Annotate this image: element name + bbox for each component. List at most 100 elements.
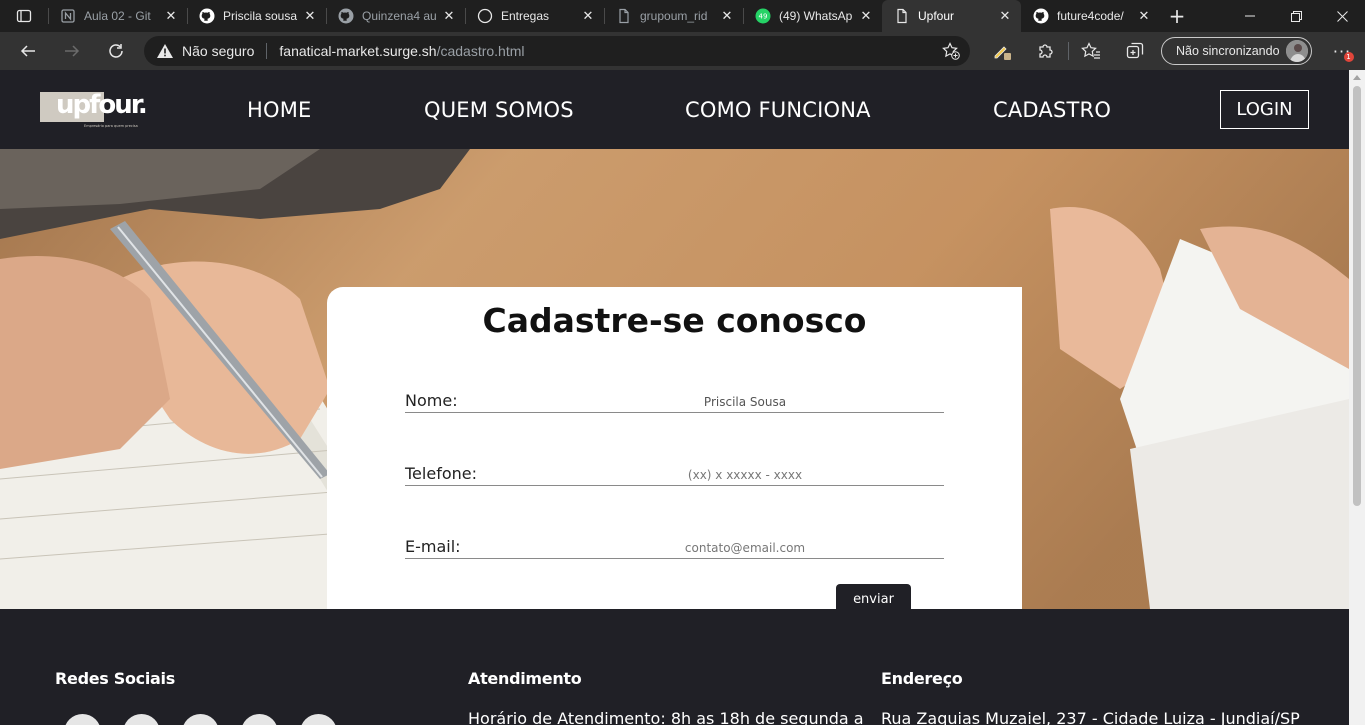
minimize-button[interactable] <box>1227 0 1273 32</box>
add-favorite-icon[interactable] <box>942 42 960 60</box>
svg-text:49: 49 <box>759 13 768 21</box>
page-viewport: upfour. Empresário para quem precisa HOM… <box>0 70 1349 725</box>
favorites-button[interactable] <box>1069 32 1113 70</box>
tab-title: Quinzena4 au <box>362 9 437 23</box>
browser-toolbar: Não seguro fanatical-market.surge.sh/cad… <box>0 32 1365 70</box>
toolbar-icons <box>980 32 1157 70</box>
email-input[interactable] <box>545 539 945 557</box>
tab-title: (49) WhatsAp <box>779 9 853 23</box>
reload-button[interactable] <box>94 32 138 70</box>
restore-icon <box>1290 10 1302 22</box>
name-field: Nome: <box>405 387 945 413</box>
github-icon <box>199 8 215 24</box>
url-host: fanatical-market.surge.sh <box>279 43 437 59</box>
page-scrollbar[interactable] <box>1349 70 1365 725</box>
close-icon[interactable]: ✕ <box>858 8 874 24</box>
browser-tab[interactable]: future4code/ ✕ <box>1021 0 1160 32</box>
browser-tab[interactable]: 49 (49) WhatsAp ✕ <box>743 0 882 32</box>
instagram-icon[interactable]: ◎ <box>64 714 101 725</box>
warning-icon <box>157 44 173 58</box>
close-icon[interactable]: ✕ <box>441 8 457 24</box>
notion-icon <box>60 8 76 24</box>
name-label: Nome: <box>405 391 458 410</box>
nav-como-funciona[interactable]: COMO FUNCIONA <box>685 98 871 122</box>
site-security-indicator[interactable]: Não seguro <box>156 43 254 59</box>
settings-more-button[interactable]: ··· 1 <box>1322 32 1362 70</box>
signup-card: Cadastre-se conosco Nome: Telefone: E-ma… <box>327 287 1022 609</box>
email-label: E-mail: <box>405 537 461 556</box>
close-icon[interactable]: ✕ <box>302 8 318 24</box>
reload-icon <box>109 44 123 58</box>
logo-text: upfour. <box>56 90 148 120</box>
restore-button[interactable] <box>1273 0 1319 32</box>
security-label: Não seguro <box>182 43 255 59</box>
phone-label: Telefone: <box>405 464 477 483</box>
puzzle-icon <box>1039 44 1053 58</box>
divider <box>266 43 268 59</box>
pinterest-icon[interactable]: p <box>300 714 337 725</box>
circle-icon <box>477 8 493 24</box>
scroll-up-arrow-icon[interactable] <box>1353 75 1361 80</box>
youtube-icon[interactable]: ▶ <box>241 714 278 725</box>
back-arrow-icon <box>20 45 35 57</box>
close-icon <box>1336 10 1348 22</box>
document-icon <box>894 8 910 24</box>
footer-social: Redes Sociais <box>55 669 175 688</box>
scrollbar-thumb[interactable] <box>1353 86 1361 506</box>
email-field: E-mail: <box>405 533 945 559</box>
browser-tab[interactable]: Aula 02 - Git ✕ <box>48 0 187 32</box>
pen-extension-icon <box>994 46 1011 60</box>
phone-field: Telefone: <box>405 460 945 486</box>
profile-sync-button[interactable]: Não sincronizando <box>1161 37 1312 65</box>
footer-address-text: Rua Zaquias Muzaiel, 237 - Cidade Luiza … <box>881 709 1300 725</box>
site-logo[interactable]: upfour. Empresário para quem precisa <box>40 90 148 130</box>
extensions-button[interactable] <box>1024 32 1068 70</box>
whatsapp-icon: 49 <box>755 8 771 24</box>
nav-cadastro[interactable]: CADASTRO <box>993 98 1111 122</box>
linkedin-icon[interactable]: in <box>123 714 160 725</box>
notification-badge: 1 <box>1344 52 1354 62</box>
tab-title: Aula 02 - Git <box>84 9 151 23</box>
tab-actions-button[interactable] <box>0 0 48 32</box>
back-button[interactable] <box>6 32 50 70</box>
github-icon <box>338 8 354 24</box>
site-header: upfour. Empresário para quem precisa HOM… <box>0 70 1349 149</box>
browser-tab[interactable]: Entregas ✕ <box>465 0 604 32</box>
twitter-icon[interactable]: t <box>182 714 219 725</box>
social-links: ◎ in t ▶ p <box>64 714 337 725</box>
tab-title: future4code/ <box>1057 9 1124 23</box>
hero-section: Cadastre-se conosco Nome: Telefone: E-ma… <box>0 149 1349 609</box>
browser-tab[interactable]: grupoum_rid ✕ <box>604 0 743 32</box>
footer-address-heading: Endereço <box>881 669 963 688</box>
footer-service-heading: Atendimento <box>468 669 582 688</box>
forward-button[interactable] <box>50 32 94 70</box>
plus-icon: + <box>1168 4 1186 28</box>
close-icon[interactable]: ✕ <box>997 8 1013 24</box>
login-button[interactable]: LOGIN <box>1220 90 1309 129</box>
extension-pen-button[interactable] <box>980 32 1024 70</box>
nav-quem-somos[interactable]: QUEM SOMOS <box>424 98 574 122</box>
github-icon <box>1033 8 1049 24</box>
browser-tab-bar: Aula 02 - Git ✕ Priscila sousa ✕ Quinzen… <box>0 0 1365 32</box>
forward-arrow-icon <box>65 45 80 57</box>
footer-address: Endereço Rua Zaquias Muzaiel, 237 - Cida… <box>881 669 1300 725</box>
collections-button[interactable] <box>1113 32 1157 70</box>
close-window-button[interactable] <box>1319 0 1365 32</box>
browser-tab[interactable]: Quinzena4 au ✕ <box>326 0 465 32</box>
minimize-icon <box>1245 15 1255 17</box>
url-text[interactable]: fanatical-market.surge.sh/cadastro.html <box>279 43 524 59</box>
new-tab-button[interactable]: + <box>1160 0 1194 32</box>
browser-tab-active[interactable]: Upfour ✕ <box>882 0 1021 32</box>
browser-tab[interactable]: Priscila sousa ✕ <box>187 0 326 32</box>
nav-home[interactable]: HOME <box>247 98 312 122</box>
close-icon[interactable]: ✕ <box>580 8 596 24</box>
close-icon[interactable]: ✕ <box>163 8 179 24</box>
address-bar[interactable]: Não seguro fanatical-market.surge.sh/cad… <box>144 36 970 66</box>
phone-input[interactable] <box>545 466 945 484</box>
footer-social-heading: Redes Sociais <box>55 669 175 688</box>
close-icon[interactable]: ✕ <box>1136 8 1152 24</box>
footer-service-text: Horário de Atendimento: 8h as 18h de seg… <box>468 709 864 725</box>
close-icon[interactable]: ✕ <box>719 8 735 24</box>
name-input[interactable] <box>545 393 945 411</box>
submit-button[interactable]: enviar <box>836 584 911 609</box>
